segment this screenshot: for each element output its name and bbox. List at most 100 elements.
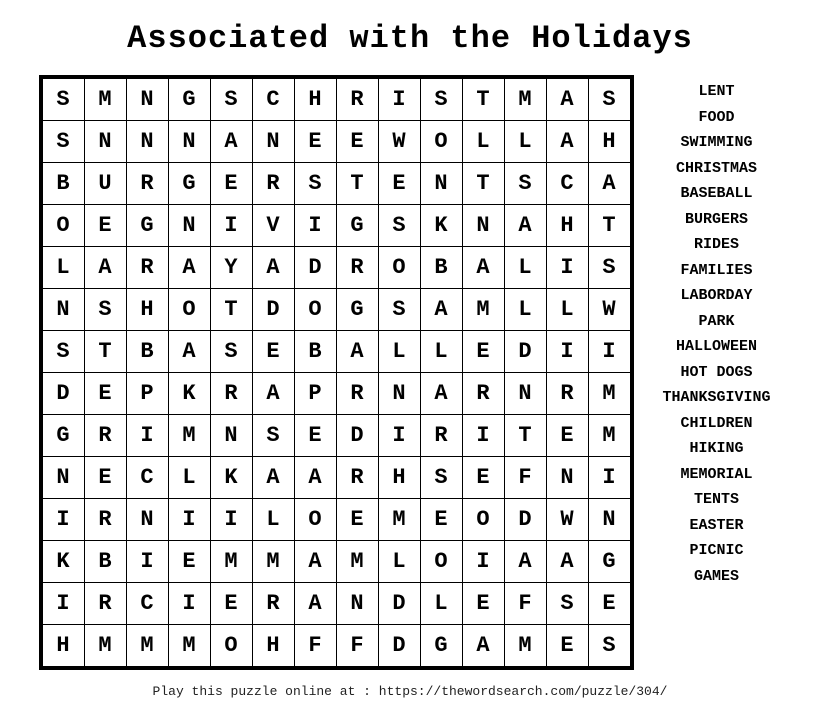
grid-cell-6-13: I — [588, 331, 630, 373]
grid-cell-11-1: B — [84, 541, 126, 583]
grid-cell-11-9: O — [420, 541, 462, 583]
grid-cell-13-13: S — [588, 625, 630, 667]
grid-cell-4-5: A — [252, 247, 294, 289]
word-list-item: LABORDAY — [680, 283, 752, 309]
grid-cell-4-12: I — [546, 247, 588, 289]
grid-cell-9-13: I — [588, 457, 630, 499]
grid-cell-1-6: E — [294, 121, 336, 163]
grid-cell-10-1: R — [84, 499, 126, 541]
grid-cell-13-6: F — [294, 625, 336, 667]
grid-cell-0-1: M — [84, 79, 126, 121]
grid-cell-12-3: I — [168, 583, 210, 625]
grid-cell-3-5: V — [252, 205, 294, 247]
grid-cell-2-8: E — [378, 163, 420, 205]
grid-cell-3-12: H — [546, 205, 588, 247]
grid-cell-0-6: H — [294, 79, 336, 121]
grid-cell-13-10: A — [462, 625, 504, 667]
word-list-item: MEMORIAL — [680, 462, 752, 488]
grid-cell-10-3: I — [168, 499, 210, 541]
grid-cell-6-6: B — [294, 331, 336, 373]
grid-cell-0-0: S — [42, 79, 84, 121]
grid-cell-11-13: G — [588, 541, 630, 583]
grid-cell-8-4: N — [210, 415, 252, 457]
grid-cell-9-10: E — [462, 457, 504, 499]
grid-cell-10-7: E — [336, 499, 378, 541]
grid-cell-7-5: A — [252, 373, 294, 415]
grid-cell-6-0: S — [42, 331, 84, 373]
grid-cell-5-2: H — [126, 289, 168, 331]
grid-cell-1-12: A — [546, 121, 588, 163]
grid-cell-0-11: M — [504, 79, 546, 121]
grid-cell-5-6: O — [294, 289, 336, 331]
word-list-item: PICNIC — [689, 538, 743, 564]
grid-cell-0-2: N — [126, 79, 168, 121]
grid-cell-10-12: W — [546, 499, 588, 541]
grid-cell-4-9: B — [420, 247, 462, 289]
grid-cell-13-5: H — [252, 625, 294, 667]
grid-cell-8-1: R — [84, 415, 126, 457]
grid-cell-1-8: W — [378, 121, 420, 163]
grid-cell-11-10: I — [462, 541, 504, 583]
grid-cell-2-1: U — [84, 163, 126, 205]
grid-cell-2-5: R — [252, 163, 294, 205]
grid-cell-1-1: N — [84, 121, 126, 163]
grid-cell-3-1: E — [84, 205, 126, 247]
grid-cell-10-8: M — [378, 499, 420, 541]
grid-cell-12-13: E — [588, 583, 630, 625]
grid-cell-12-10: E — [462, 583, 504, 625]
grid-cell-6-11: D — [504, 331, 546, 373]
grid-cell-3-6: I — [294, 205, 336, 247]
grid-cell-7-7: R — [336, 373, 378, 415]
grid-cell-1-4: A — [210, 121, 252, 163]
grid-cell-10-13: N — [588, 499, 630, 541]
grid-cell-4-1: A — [84, 247, 126, 289]
grid-cell-7-1: E — [84, 373, 126, 415]
grid-cell-7-0: D — [42, 373, 84, 415]
word-list-item: CHILDREN — [680, 411, 752, 437]
word-list-item: FOOD — [698, 105, 734, 131]
grid-cell-6-9: L — [420, 331, 462, 373]
grid-cell-9-2: C — [126, 457, 168, 499]
grid-cell-13-7: F — [336, 625, 378, 667]
grid-cell-7-11: N — [504, 373, 546, 415]
grid-cell-10-2: N — [126, 499, 168, 541]
grid-cell-0-10: T — [462, 79, 504, 121]
word-list-item: HIKING — [689, 436, 743, 462]
grid-cell-7-12: R — [546, 373, 588, 415]
grid-cell-5-4: T — [210, 289, 252, 331]
grid-cell-9-11: F — [504, 457, 546, 499]
grid-cell-9-0: N — [42, 457, 84, 499]
grid-cell-2-11: S — [504, 163, 546, 205]
word-list-item: THANKSGIVING — [662, 385, 770, 411]
grid-cell-0-12: A — [546, 79, 588, 121]
word-list-item: LENT — [698, 79, 734, 105]
grid-cell-2-2: R — [126, 163, 168, 205]
grid-cell-5-5: D — [252, 289, 294, 331]
grid-cell-10-5: L — [252, 499, 294, 541]
grid-cell-11-7: M — [336, 541, 378, 583]
grid-cell-1-13: H — [588, 121, 630, 163]
grid-cell-6-5: E — [252, 331, 294, 373]
grid-cell-4-10: A — [462, 247, 504, 289]
word-search-grid: SMNGSCHRISTMASSNNNANEEWOLLAHBURGERSTENTS… — [39, 75, 634, 670]
grid-cell-9-8: H — [378, 457, 420, 499]
grid-cell-11-2: I — [126, 541, 168, 583]
grid-cell-2-7: T — [336, 163, 378, 205]
grid-cell-1-11: L — [504, 121, 546, 163]
grid-cell-1-2: N — [126, 121, 168, 163]
grid-cell-2-4: E — [210, 163, 252, 205]
grid-cell-12-4: E — [210, 583, 252, 625]
grid-cell-12-7: N — [336, 583, 378, 625]
grid-cell-3-0: O — [42, 205, 84, 247]
grid-cell-11-11: A — [504, 541, 546, 583]
grid-cell-9-6: A — [294, 457, 336, 499]
grid-cell-13-0: H — [42, 625, 84, 667]
grid-cell-3-2: G — [126, 205, 168, 247]
word-list-item: BURGERS — [685, 207, 748, 233]
word-list-item: GAMES — [694, 564, 739, 590]
grid-cell-0-5: C — [252, 79, 294, 121]
grid-cell-5-1: S — [84, 289, 126, 331]
grid-cell-6-7: A — [336, 331, 378, 373]
grid-cell-3-10: N — [462, 205, 504, 247]
grid-cell-9-12: N — [546, 457, 588, 499]
